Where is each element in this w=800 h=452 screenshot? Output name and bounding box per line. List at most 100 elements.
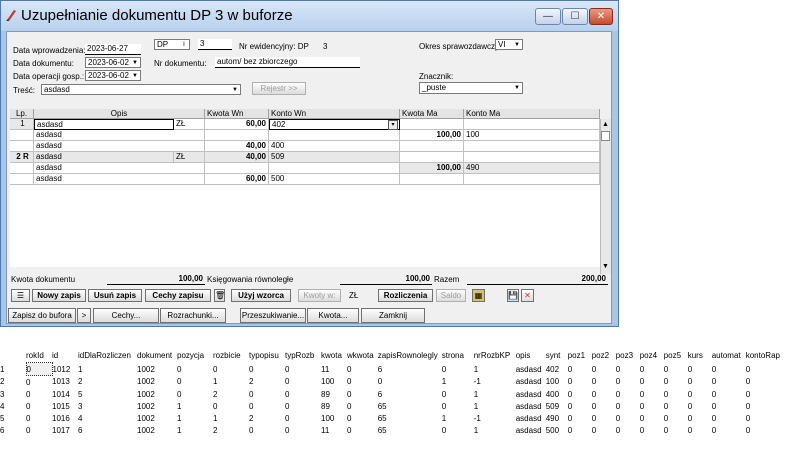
table-cell[interactable]: 1013 [52,376,78,389]
table-cell[interactable]: 0 [568,400,592,412]
trash-icon[interactable]: 🗑 [214,289,225,302]
table-row[interactable]: 2 0 1013 2 1002 0 1 2 0 100 0 0 1 -1 asdasd 100 0 0 0 0 0 0 0 0 [0,376,784,389]
table-cell[interactable]: 1002 [137,376,177,389]
table-cell[interactable]: asdasd [516,388,546,400]
close-button[interactable]: ✕ [589,8,613,25]
table-cell[interactable]: 100 [546,376,568,389]
grid-cell-konto-wn[interactable]: 509 [269,152,400,163]
table-cell[interactable]: 0 [664,388,688,400]
table-cell[interactable]: 0 [26,412,52,424]
grid-scrollbar[interactable]: ▲ ▼ [600,119,611,274]
table-cell[interactable]: 3 [0,388,26,400]
grid-cell-kwota-wn[interactable] [205,130,269,141]
table-cell[interactable]: 0 [285,400,321,412]
table-cell[interactable]: 1002 [137,388,177,400]
znacznik-combo[interactable]: _puste ▼ [419,82,523,94]
table-cell[interactable]: asdasd [516,363,546,376]
table-cell[interactable]: 0 [712,400,746,412]
table-cell[interactable]: 65 [378,424,442,436]
calculator-icon[interactable]: ▦ [472,289,485,302]
table-cell[interactable]: 0 [285,388,321,400]
table-cell[interactable]: 0 [616,376,640,389]
table-cell[interactable]: 0 [568,388,592,400]
grid-cell-kwota-ma[interactable] [400,174,464,185]
table-cell[interactable]: 0 [712,363,746,376]
grid-cell-opis[interactable]: asdasd [34,130,205,141]
grid-cell-kwota-wn[interactable]: 40,00 [205,141,269,152]
table-cell[interactable]: 2 [0,376,26,389]
rozrachunki-button[interactable]: Rozrachunki... [160,308,226,323]
data-operacji-field[interactable]: 2023-06-02 ▼ [85,70,141,81]
grid-cell-kwota-wn[interactable] [205,163,269,174]
grid-cell-konto-wn[interactable]: 400 [269,141,400,152]
table-cell[interactable]: 65 [378,400,442,412]
table-cell[interactable]: 0 [746,400,784,412]
table-cell[interactable]: 0 [616,363,640,376]
nowy-zapis-button[interactable]: Nowy zapis [32,289,86,302]
table-cell[interactable]: 1 [177,412,213,424]
table-cell[interactable]: 11 [321,363,347,376]
table-cell[interactable]: 0 [688,376,712,389]
table-cell[interactable]: 1012 [52,363,78,376]
table-cell[interactable]: 0 [285,412,321,424]
table-cell[interactable]: 89 [321,400,347,412]
table-cell[interactable]: 0 [26,400,52,412]
grid-cell-konto-wn[interactable] [269,163,400,174]
table-cell[interactable]: 1002 [137,400,177,412]
table-cell[interactable]: 0 [592,363,616,376]
table-cell[interactable]: 2 [249,376,285,389]
table-cell[interactable]: asdasd [516,412,546,424]
table-cell[interactable]: 0 [347,424,378,436]
table-cell[interactable]: 0 [592,424,616,436]
table-cell[interactable]: 0 [664,376,688,389]
cechy-button[interactable]: Cechy... [93,308,159,323]
kwota-button[interactable]: Kwota... [307,308,359,323]
table-cell[interactable]: 5 [78,388,137,400]
table-cell[interactable]: 0 [568,424,592,436]
table-cell[interactable]: 1015 [52,400,78,412]
uzyj-wzorca-button[interactable]: Użyj wzorca [231,289,291,302]
table-cell[interactable]: asdasd [516,376,546,389]
table-cell[interactable]: 0 [688,363,712,376]
table-cell[interactable]: 1016 [52,412,78,424]
table-row[interactable]: 6 0 1017 6 1002 1 2 0 0 11 0 65 0 1 asdasd 500 0 0 0 0 0 0 0 0 [0,424,784,436]
table-row[interactable]: 3 0 1014 5 1002 0 2 0 0 89 0 6 0 1 asdasd 400 0 0 0 0 0 0 0 0 [0,388,784,400]
dokument-nr-field[interactable]: 3 [198,39,232,50]
table-cell[interactable]: 1 [474,363,516,376]
table-cell[interactable]: 0 [568,363,592,376]
table-cell[interactable]: 0 [616,424,640,436]
maximize-button[interactable]: ☐ [562,8,588,25]
grid-cell-kwota-ma[interactable]: 100,00 [400,130,464,141]
table-cell[interactable]: 11 [321,424,347,436]
table-cell[interactable]: 65 [378,412,442,424]
table-cell[interactable]: 0 [616,412,640,424]
table-row[interactable]: 5 0 1016 4 1002 1 1 2 0 100 0 65 1 -1 asdasd 490 0 0 0 0 0 0 0… [0,412,784,424]
przeszukiwanie-button[interactable]: Przeszukiwanie... [240,308,306,323]
table-cell[interactable]: 0 [568,412,592,424]
usun-zapis-button[interactable]: Usuń zapis [88,289,142,302]
data-wprowadzenia-field[interactable]: 2023-06-27 [85,44,141,55]
table-cell[interactable]: 0 [712,424,746,436]
table-cell[interactable]: 0 [442,424,474,436]
table-cell[interactable]: 0 [347,388,378,400]
grid-cell-opis[interactable]: asdasd [34,119,174,130]
table-cell[interactable]: 402 [546,363,568,376]
table-cell[interactable]: 0 [177,376,213,389]
table-cell[interactable]: 0 [568,376,592,389]
table-cell[interactable]: 1 [213,412,249,424]
grid-cell-opis[interactable]: asdasd [34,174,205,185]
table-cell[interactable]: 0 [592,400,616,412]
table-cell[interactable]: 89 [321,388,347,400]
grid-cell-konto-ma[interactable] [464,174,600,185]
grid-cell-kwota-ma[interactable] [400,119,464,130]
zapisz-do-bufora-button[interactable]: Zapisz do bufora [8,308,76,323]
table-cell[interactable]: 1 [442,412,474,424]
table-cell[interactable]: 2 [213,388,249,400]
table-cell[interactable]: 1 [177,424,213,436]
table-cell[interactable]: 0 [347,400,378,412]
zamknij-button[interactable]: Zamknij [361,308,425,323]
table-cell[interactable]: 1 [0,363,26,376]
table-cell[interactable]: 0 [592,412,616,424]
nr-dokumentu-field[interactable]: autom/ bez zbiorczego [215,57,360,68]
table-cell[interactable]: 0 [640,400,664,412]
